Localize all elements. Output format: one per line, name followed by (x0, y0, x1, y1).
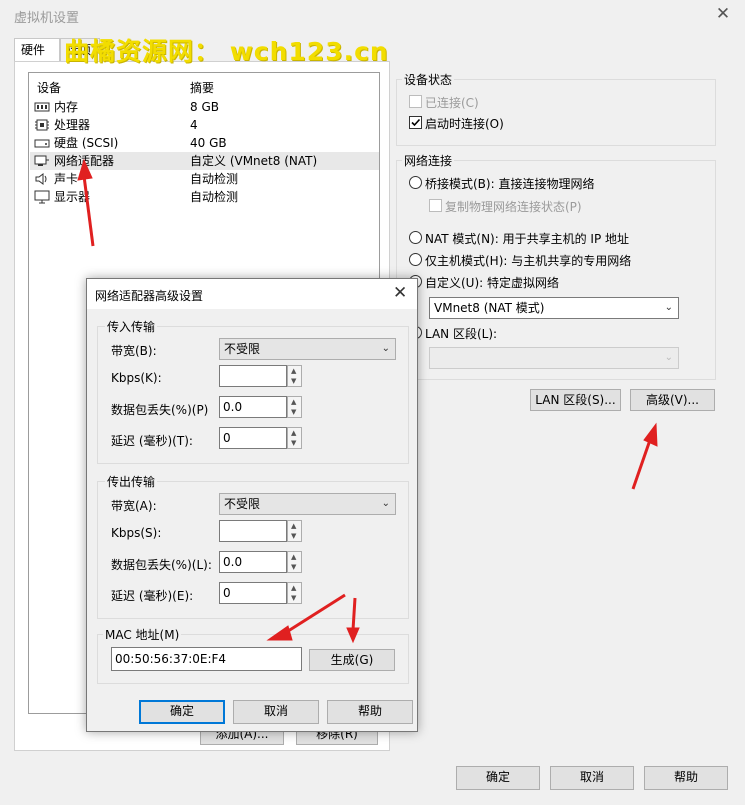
outgoing-loss-spinner[interactable]: ▲ ▼ (287, 551, 302, 573)
chevron-down-icon: ⌄ (664, 302, 673, 313)
device-status-title: 设备状态 (402, 71, 455, 88)
advanced-button[interactable]: 高级(V)... (630, 389, 715, 411)
watermark-text: 曲橘资源网： wch123.cn (64, 37, 389, 66)
bridged-radio[interactable] (409, 176, 422, 189)
outgoing-kbps-label: Kbps(S): (111, 526, 162, 540)
outgoing-kbps-spinner[interactable]: ▲ ▼ (287, 520, 302, 542)
dialog-cancel-button[interactable]: 取消 (233, 700, 319, 724)
chevron-down-icon: ⌄ (664, 352, 673, 363)
dialog-close-button[interactable]: ✕ (393, 283, 407, 303)
device-name: 内存 (54, 100, 79, 114)
outgoing-loss-label: 数据包丢失(%)(L): (111, 558, 212, 572)
chevron-down-icon: ⌄ (381, 498, 390, 509)
dialog-title: 网络适配器高级设置 (95, 289, 204, 303)
incoming-bandwidth-label: 带宽(B): (111, 344, 157, 358)
bridged-label: 桥接模式(B): 直接连接物理网络 (425, 177, 595, 191)
incoming-latency-spinner[interactable]: ▲ ▼ (287, 427, 302, 449)
replicate-state-label: 复制物理网络连接状态(P) (445, 200, 582, 214)
nat-radio[interactable] (409, 231, 422, 244)
incoming-bandwidth-value: 不受限 (224, 342, 261, 356)
device-row-memory[interactable]: 内存 8 GB (30, 98, 379, 116)
nat-label: NAT 模式(N): 用于共享主机的 IP 地址 (425, 232, 630, 246)
hard-disk-icon (34, 139, 50, 148)
device-summary: 自动检测 (190, 190, 239, 204)
outgoing-bandwidth-label: 带宽(A): (111, 499, 157, 513)
incoming-loss-label: 数据包丢失(%)(P) (111, 403, 209, 417)
outgoing-bandwidth-value: 不受限 (224, 497, 261, 511)
window-close-button[interactable]: ✕ (712, 4, 734, 24)
outgoing-title: 传出传输 (105, 473, 158, 490)
outgoing-bandwidth-select[interactable]: 不受限 ⌄ (219, 493, 396, 515)
incoming-latency-label: 延迟 (毫秒)(T): (111, 434, 193, 448)
network-connection-title: 网络连接 (402, 152, 455, 169)
outgoing-latency-spinner[interactable]: ▲ ▼ (287, 582, 302, 604)
connected-label: 已连接(C) (425, 96, 479, 110)
device-summary: 40 GB (190, 136, 227, 150)
dialog-ok-button[interactable]: 确定 (139, 700, 225, 724)
replicate-state-checkbox[interactable] (429, 199, 442, 212)
lan-segment-label: LAN 区段(L): (425, 327, 498, 341)
ok-button[interactable]: 确定 (456, 766, 540, 790)
window-title: 虚拟机设置 (14, 11, 80, 26)
device-status-group (396, 79, 716, 146)
device-name: 声卡 (54, 172, 79, 186)
lan-segments-button[interactable]: LAN 区段(S)... (530, 389, 621, 411)
custom-label: 自定义(U): 特定虚拟网络 (425, 276, 560, 290)
device-name: 硬盘 (SCSI) (54, 136, 119, 150)
outgoing-latency-input[interactable]: 0 (219, 582, 287, 604)
summary-column-header: 摘要 (190, 81, 215, 95)
device-name: 网络适配器 (54, 154, 115, 168)
generate-mac-button[interactable]: 生成(G) (309, 649, 395, 671)
device-row-cpu[interactable]: 处理器 4 (30, 116, 379, 134)
tab-hardware[interactable]: 硬件 (14, 38, 60, 62)
help-button[interactable]: 帮助 (644, 766, 728, 790)
dialog-titlebar: 网络适配器高级设置 ✕ (87, 279, 417, 309)
cancel-button[interactable]: 取消 (550, 766, 634, 790)
checkmark-icon (411, 118, 421, 127)
connected-checkbox[interactable] (409, 95, 422, 108)
device-row-network-adapter[interactable]: 网络适配器 自定义 (VMnet8 (NAT) (30, 152, 379, 170)
chevron-down-icon: ⌄ (381, 343, 390, 354)
incoming-loss-input[interactable]: 0.0 (219, 396, 287, 418)
device-summary: 4 (190, 118, 198, 132)
device-name: 处理器 (54, 118, 91, 132)
network-adapter-icon (34, 155, 49, 166)
device-name: 显示器 (54, 190, 91, 204)
incoming-kbps-spinner[interactable]: ▲ ▼ (287, 365, 302, 387)
device-row-sound-card[interactable]: 声卡 自动检测 (30, 170, 379, 188)
incoming-kbps-label: Kbps(K): (111, 371, 162, 385)
speaker-icon (35, 173, 47, 185)
lan-segment-select[interactable]: ⌄ (429, 347, 679, 369)
dialog-help-button[interactable]: 帮助 (327, 700, 413, 724)
incoming-kbps-input[interactable] (219, 365, 287, 387)
connect-at-power-on-label: 启动时连接(O) (425, 117, 504, 131)
outgoing-kbps-input[interactable] (219, 520, 287, 542)
custom-network-select[interactable]: VMnet8 (NAT 模式) ⌄ (429, 297, 679, 319)
device-column-header: 设备 (37, 81, 62, 95)
outgoing-loss-input[interactable]: 0.0 (219, 551, 287, 573)
device-row-hard-disk[interactable]: 硬盘 (SCSI) 40 GB (30, 134, 379, 152)
incoming-title: 传入传输 (105, 318, 158, 335)
device-row-display[interactable]: 显示器 自动检测 (30, 188, 379, 206)
monitor-icon (34, 190, 50, 204)
incoming-loss-spinner[interactable]: ▲ ▼ (287, 396, 302, 418)
network-adapter-advanced-dialog: 网络适配器高级设置 ✕ 传入传输 带宽(B): 不受限 ⌄ Kbps(K): ▲… (86, 278, 418, 732)
incoming-bandwidth-select[interactable]: 不受限 ⌄ (219, 338, 396, 360)
device-summary: 自动检测 (190, 172, 239, 186)
mac-address-title: MAC 地址(M) (103, 626, 182, 643)
memory-icon (34, 102, 50, 112)
custom-network-value: VMnet8 (NAT 模式) (434, 301, 545, 315)
cpu-icon (35, 119, 49, 131)
device-summary: 自定义 (VMnet8 (NAT) (190, 154, 318, 168)
connect-at-power-on-checkbox[interactable] (409, 116, 422, 129)
host-only-radio[interactable] (409, 253, 422, 266)
outgoing-latency-label: 延迟 (毫秒)(E): (111, 589, 194, 603)
host-only-label: 仅主机模式(H): 与主机共享的专用网络 (425, 254, 632, 268)
mac-address-input[interactable]: 00:50:56:37:0E:F4 (111, 647, 302, 671)
device-summary: 8 GB (190, 100, 219, 114)
incoming-latency-input[interactable]: 0 (219, 427, 287, 449)
